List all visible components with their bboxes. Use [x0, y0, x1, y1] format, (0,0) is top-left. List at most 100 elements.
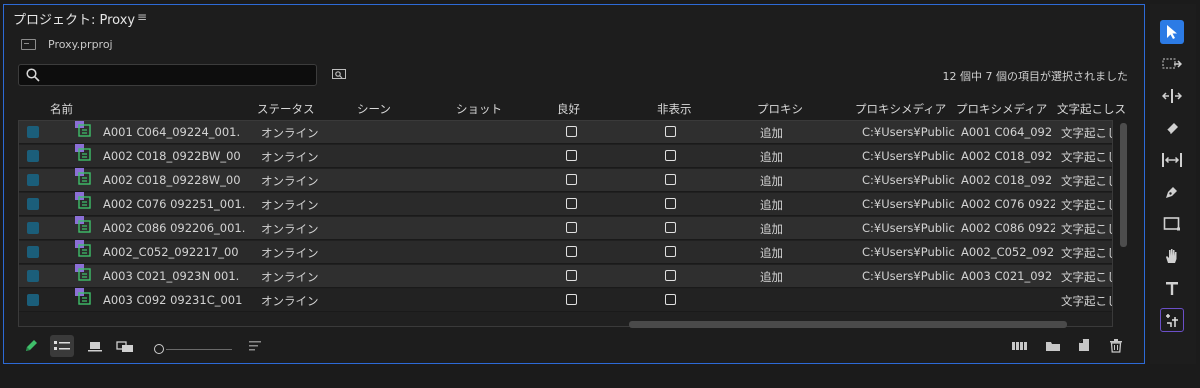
proxy-cell: 追加	[760, 126, 783, 140]
hamburger-menu-icon[interactable]: ≡	[137, 10, 147, 24]
label-color-chip[interactable]	[27, 270, 39, 282]
pen-tool[interactable]	[1160, 180, 1184, 204]
list-view-icon	[54, 341, 70, 350]
find-icon[interactable]	[332, 69, 346, 81]
good-checkbox[interactable]	[566, 150, 577, 161]
good-checkbox[interactable]	[566, 126, 577, 137]
freeform-view-icon[interactable]	[116, 338, 136, 354]
new-bin-icon[interactable]	[1045, 339, 1061, 353]
label-color-chip[interactable]	[27, 150, 39, 162]
hidden-checkbox[interactable]	[665, 174, 676, 185]
table-row[interactable]: A002 C018_09228W_00 オンライン 追加 C:¥Users¥Pu…	[19, 168, 1112, 192]
type-tool[interactable]	[1160, 276, 1184, 300]
clip-name[interactable]: A003 C092 09231C_001	[103, 293, 248, 307]
vertical-scrollbar[interactable]	[1120, 123, 1127, 247]
hidden-checkbox[interactable]	[665, 246, 676, 257]
status-cell: オンライン	[261, 198, 319, 212]
ripple-edit-icon	[1162, 89, 1182, 103]
table-row[interactable]: A002_C052_092217_00 オンライン 追加 C:¥Users¥Pu…	[19, 240, 1112, 264]
column-header-status[interactable]: ステータス	[257, 101, 315, 117]
column-header-scene[interactable]: シーン	[357, 101, 391, 117]
list-view-button[interactable]	[50, 335, 74, 357]
zoom-slider-knob[interactable]	[154, 344, 164, 354]
clip-name[interactable]: A002 C086 092206_001.	[103, 221, 248, 235]
hidden-checkbox[interactable]	[665, 126, 676, 137]
horizontal-scrollbar[interactable]	[629, 321, 1067, 328]
panel-title[interactable]: プロジェクト: Proxy	[13, 9, 135, 28]
hidden-checkbox[interactable]	[665, 198, 676, 209]
hand-tool[interactable]	[1160, 244, 1184, 268]
clip-name[interactable]: A002 C076 092251_001.	[103, 197, 248, 211]
label-color-chip[interactable]	[27, 222, 39, 234]
table-row[interactable]: A002 C018_0922BW_00 オンライン 追加 C:¥Users¥Pu…	[19, 144, 1112, 168]
table-row[interactable]: A002 C086 092206_001. オンライン 追加 C:¥Users¥…	[19, 216, 1113, 240]
column-header-hidden[interactable]: 非表示	[657, 101, 692, 117]
search-field[interactable]	[18, 64, 317, 86]
clip-name[interactable]: A001 C064_09224_001.	[103, 125, 248, 139]
razor-icon	[1166, 123, 1178, 134]
extract-tool[interactable]	[1160, 308, 1184, 332]
column-header-name[interactable]: 名前	[50, 101, 73, 117]
transcript-cell: 文字起こし	[1061, 198, 1113, 212]
sort-icon[interactable]	[248, 339, 262, 353]
project-items-table: A001 C064_09224_001. オンライン 追加 C:¥Users¥P…	[18, 120, 1113, 327]
rectangle-tool[interactable]	[1160, 212, 1184, 236]
project-panel: プロジェクト: Proxy ≡ Proxy.prproj 12 個中 7 個の項…	[3, 4, 1145, 364]
hidden-checkbox[interactable]	[665, 222, 676, 233]
hidden-checkbox[interactable]	[665, 270, 676, 281]
label-color-chip[interactable]	[27, 126, 39, 138]
search-icon	[26, 68, 40, 82]
status-cell: オンライン	[261, 294, 319, 308]
table-row[interactable]: A002 C076 092251_001. オンライン 追加 C:¥Users¥…	[19, 192, 1113, 216]
clip-name[interactable]: A003 C021_0923N 001.	[103, 269, 248, 283]
automate-to-sequence-icon[interactable]	[1011, 339, 1029, 353]
good-checkbox[interactable]	[566, 198, 577, 209]
table-row[interactable]: A001 C064_09224_001. オンライン 追加 C:¥Users¥P…	[19, 121, 1112, 144]
proxy-cell: 追加	[760, 198, 783, 212]
good-checkbox[interactable]	[566, 222, 577, 233]
extract-icon	[1166, 314, 1178, 327]
column-header-proxy-media-name[interactable]: プロキシメディア	[956, 101, 1047, 117]
icon-view-icon[interactable]	[88, 339, 102, 353]
clip-name[interactable]: A002 C018_09228W_00	[103, 173, 248, 187]
table-row[interactable]: A003 C021_0923N 001. オンライン 追加 C:¥Users¥P…	[19, 264, 1112, 288]
proxy-media-cell: A003 C021_092	[961, 269, 1053, 283]
hidden-checkbox[interactable]	[665, 150, 676, 161]
selection-tool[interactable]	[1160, 20, 1184, 44]
proxy-path-cell: C:¥Users¥Public	[862, 245, 955, 259]
zoom-slider-track[interactable]	[166, 349, 232, 350]
clip-name[interactable]: A002 C018_0922BW_00	[103, 149, 248, 163]
column-header-transcript[interactable]: 文字起こしス	[1057, 101, 1129, 117]
good-checkbox[interactable]	[566, 246, 577, 257]
good-checkbox[interactable]	[566, 174, 577, 185]
bin-path[interactable]: Proxy.prproj	[21, 38, 113, 51]
label-color-chip[interactable]	[27, 246, 39, 258]
label-color-chip[interactable]	[27, 294, 39, 306]
video-clip-icon	[75, 216, 91, 233]
ripple-edit-tool[interactable]	[1160, 84, 1184, 108]
video-clip-icon	[75, 144, 91, 161]
column-header-good[interactable]: 良好	[557, 101, 580, 117]
razor-tool[interactable]	[1160, 116, 1184, 140]
pencil-icon[interactable]	[23, 338, 39, 354]
label-color-chip[interactable]	[27, 198, 39, 210]
proxy-media-cell: A002 C086 0922	[961, 221, 1055, 235]
proxy-media-cell: A002 C018_092	[961, 173, 1053, 187]
proxy-path-cell: C:¥Users¥Public	[862, 149, 955, 163]
new-item-icon[interactable]	[1077, 338, 1091, 352]
trash-icon[interactable]	[1109, 338, 1123, 353]
table-row[interactable]: A003 C092 09231C_001 オンライン 文字起こし	[19, 288, 1112, 312]
good-checkbox[interactable]	[566, 294, 577, 305]
proxy-cell: 追加	[760, 150, 783, 164]
hidden-checkbox[interactable]	[665, 294, 676, 305]
column-header-shot[interactable]: ショット	[456, 101, 502, 117]
slip-tool[interactable]	[1160, 148, 1184, 172]
column-header-proxy[interactable]: プロキシ	[757, 101, 803, 117]
label-color-chip[interactable]	[27, 174, 39, 186]
clip-name[interactable]: A002_C052_092217_00	[103, 245, 248, 259]
bin-up-icon[interactable]	[21, 39, 36, 50]
column-header-proxy-media-path[interactable]: プロキシメディア	[855, 101, 946, 117]
good-checkbox[interactable]	[566, 270, 577, 281]
transcript-cell: 文字起こし	[1061, 222, 1113, 236]
track-select-tool[interactable]	[1160, 52, 1184, 76]
